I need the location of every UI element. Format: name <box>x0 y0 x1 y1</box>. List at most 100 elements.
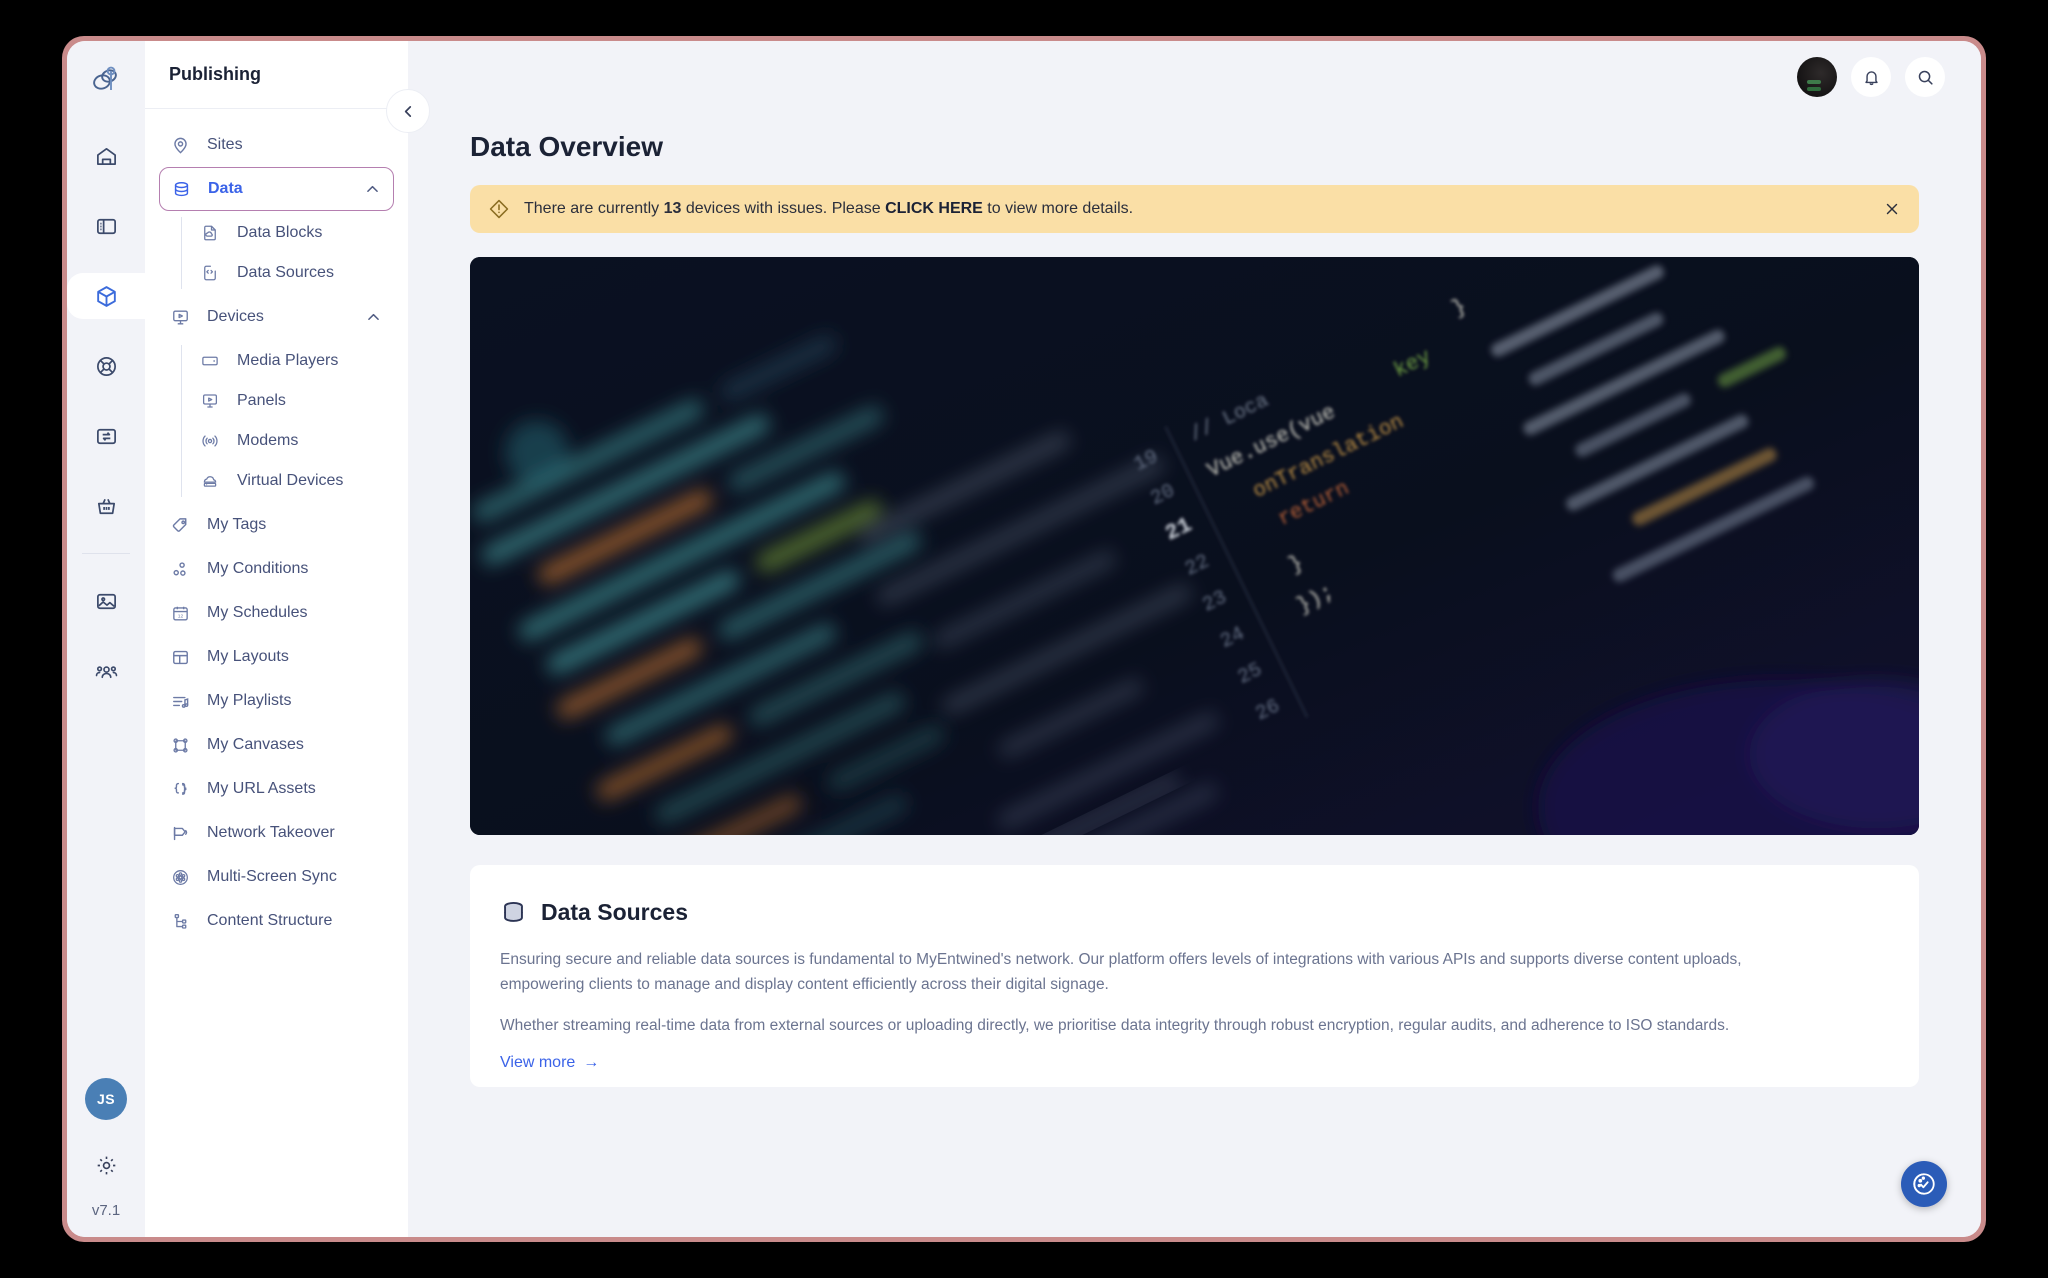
basket-shop-icon <box>95 495 118 518</box>
sidebar-rail-settings[interactable] <box>83 1142 129 1188</box>
sidebar-subgroup-devices: Media Players Panels Modems Virtual Devi… <box>159 341 394 501</box>
close-icon[interactable] <box>1883 200 1901 218</box>
sidebar-rail-sync[interactable] <box>83 413 129 459</box>
icon-rail: JS v7.1 <box>67 41 155 1237</box>
sidebar-item-label: Content Structure <box>207 912 333 929</box>
search-button[interactable] <box>1905 57 1945 97</box>
nav-header: Publishing <box>145 41 408 109</box>
alert-prefix: There are currently <box>524 200 664 217</box>
sidebar-item-sites[interactable]: Sites <box>159 123 394 167</box>
alert-message: There are currently 13 devices with issu… <box>524 200 1133 218</box>
sidebar-item-my-layouts[interactable]: My Layouts <box>159 635 394 679</box>
sidebar-item-label: My Conditions <box>207 560 309 577</box>
cookie-settings-button[interactable] <box>1901 1161 1947 1207</box>
alert-middle: devices with issues. Please <box>681 200 886 217</box>
sitemap-tree-icon <box>171 912 197 931</box>
dashboard-panel-icon <box>95 215 118 238</box>
layout-grid-icon <box>171 648 197 667</box>
sidebar-rail-gallery[interactable] <box>83 578 129 624</box>
view-more-link[interactable]: View more → <box>500 1054 599 1072</box>
entwined-logo-icon[interactable] <box>89 63 123 97</box>
tag-icon <box>171 516 197 535</box>
sidebar-item-label: Sites <box>207 136 243 153</box>
calendar-12-icon: 12 <box>171 604 197 623</box>
sidebar-rail-dashboard[interactable] <box>83 203 129 249</box>
sidebar-item-my-schedules[interactable]: 12 My Schedules <box>159 591 394 635</box>
sidebar-item-label: Network Takeover <box>207 824 335 841</box>
notifications-button[interactable] <box>1851 57 1891 97</box>
sidebar-item-content-structure[interactable]: Content Structure <box>159 899 394 943</box>
alert-link[interactable]: CLICK HERE <box>885 200 983 217</box>
playlist-music-icon <box>171 692 197 711</box>
users-group-icon <box>95 660 118 683</box>
package-box-icon <box>94 284 119 309</box>
sidebar-rail-users[interactable] <box>83 648 129 694</box>
card-paragraph-1: Ensuring secure and reliable data source… <box>500 951 1742 993</box>
topbar <box>408 41 1981 113</box>
sidebar-item-my-playlists[interactable]: My Playlists <box>159 679 394 723</box>
sidebar-item-label: My Layouts <box>207 648 289 665</box>
sidebar-item-network-takeover[interactable]: Network Takeover <box>159 811 394 855</box>
file-cloud-icon <box>201 224 227 242</box>
alert-count: 13 <box>663 200 682 217</box>
collapse-sidebar-button[interactable] <box>386 89 430 133</box>
arrow-right-icon: → <box>583 1054 600 1072</box>
sidebar-item-modems[interactable]: Modems <box>185 421 394 461</box>
curly-braces-icon <box>171 780 197 799</box>
media-player-icon <box>201 352 227 370</box>
app-window: JS v7.1 Publishing Sites Data Data Block… <box>67 41 1981 1237</box>
map-pin-icon <box>171 136 197 155</box>
sidebar-item-label: My Canvases <box>207 736 304 753</box>
sidebar-item-label: Data Sources <box>237 264 334 281</box>
sidebar-item-media-players[interactable]: Media Players <box>185 341 394 381</box>
cookie-check-icon <box>1911 1171 1937 1197</box>
sidebar-item-virtual-devices[interactable]: Virtual Devices <box>185 461 394 501</box>
view-more-label: View more <box>500 1054 576 1072</box>
hero-image: 19 20 21 22 23 24 25 26 // Loca Vue.use(… <box>470 257 1919 835</box>
avatar[interactable]: JS <box>85 1078 127 1120</box>
sidebar-item-label: Data Blocks <box>237 224 323 241</box>
sidebar-item-data[interactable]: Data <box>159 167 394 211</box>
sidebar-item-label: My Playlists <box>207 692 292 709</box>
app-outer-frame: JS v7.1 Publishing Sites Data Data Block… <box>62 36 1986 1242</box>
search-icon <box>1916 68 1935 87</box>
sidebar-item-my-conditions[interactable]: My Conditions <box>159 547 394 591</box>
sidebar-item-label: My Schedules <box>207 604 308 621</box>
chevron-up-icon[interactable] <box>364 181 381 198</box>
megaphone-icon <box>171 824 197 843</box>
alert-banner: There are currently 13 devices with issu… <box>470 185 1919 233</box>
sidebar-item-multi-screen-sync[interactable]: Multi-Screen Sync <box>159 855 394 899</box>
exchange-sync-icon <box>95 425 118 448</box>
page-title: Data Overview <box>470 131 663 162</box>
sidebar-item-label: My Tags <box>207 516 267 533</box>
sidebar-item-devices[interactable]: Devices <box>159 295 394 339</box>
chevron-up-icon[interactable] <box>365 309 382 326</box>
sidebar-item-panels[interactable]: Panels <box>185 381 394 421</box>
gear-icon <box>95 1154 118 1177</box>
page-section-title: Publishing <box>169 64 261 84</box>
nav-panel: Publishing Sites Data Data Blocks Data S… <box>145 41 430 1237</box>
sidebar-item-label: Devices <box>207 308 264 325</box>
sidebar-item-my-tags[interactable]: My Tags <box>159 503 394 547</box>
file-code-icon <box>201 264 227 282</box>
sidebar-item-label: Panels <box>237 392 286 409</box>
sidebar-rail-publishing[interactable] <box>67 273 155 319</box>
sidebar-rail-support[interactable] <box>83 343 129 389</box>
main-content: Data Overview There are currently 13 dev… <box>408 41 1981 1237</box>
sidebar-item-data-blocks[interactable]: Data Blocks <box>185 213 394 253</box>
sidebar-item-label: Data <box>208 180 243 197</box>
warning-diamond-icon <box>488 198 510 220</box>
user-avatar[interactable] <box>1797 57 1837 97</box>
sidebar-item-label: Media Players <box>237 352 339 369</box>
sidebar-item-my-url-assets[interactable]: My URL Assets <box>159 767 394 811</box>
sidebar-item-my-canvases[interactable]: My Canvases <box>159 723 394 767</box>
bell-icon <box>1862 68 1881 87</box>
page-content: Data Overview There are currently 13 dev… <box>408 131 1981 1087</box>
data-sources-card: Data Sources Ensuring secure and reliabl… <box>470 865 1919 1087</box>
sidebar-rail-store[interactable] <box>83 483 129 529</box>
sidebar-item-data-sources[interactable]: Data Sources <box>185 253 394 293</box>
sidebar-item-label: Virtual Devices <box>237 472 344 489</box>
sidebar-item-label: Modems <box>237 432 299 449</box>
sidebar-rail-home[interactable] <box>83 133 129 179</box>
sidebar-subgroup-data: Data Blocks Data Sources <box>159 213 394 293</box>
